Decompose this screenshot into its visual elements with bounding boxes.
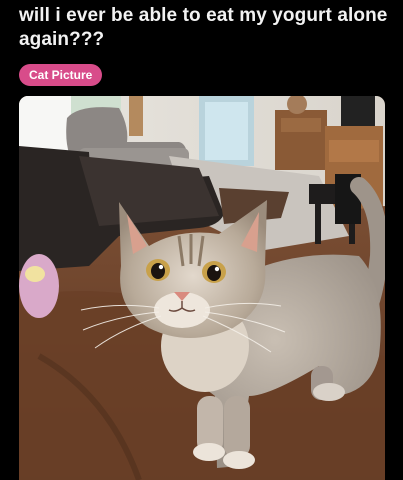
flair-badge[interactable]: Cat Picture: [19, 64, 103, 86]
post-image[interactable]: [19, 96, 385, 480]
cat-photo: [19, 96, 385, 480]
post-card[interactable]: will i ever be able to eat my yogurt alo…: [0, 0, 403, 480]
post-title[interactable]: will i ever be able to eat my yogurt alo…: [19, 4, 394, 52]
